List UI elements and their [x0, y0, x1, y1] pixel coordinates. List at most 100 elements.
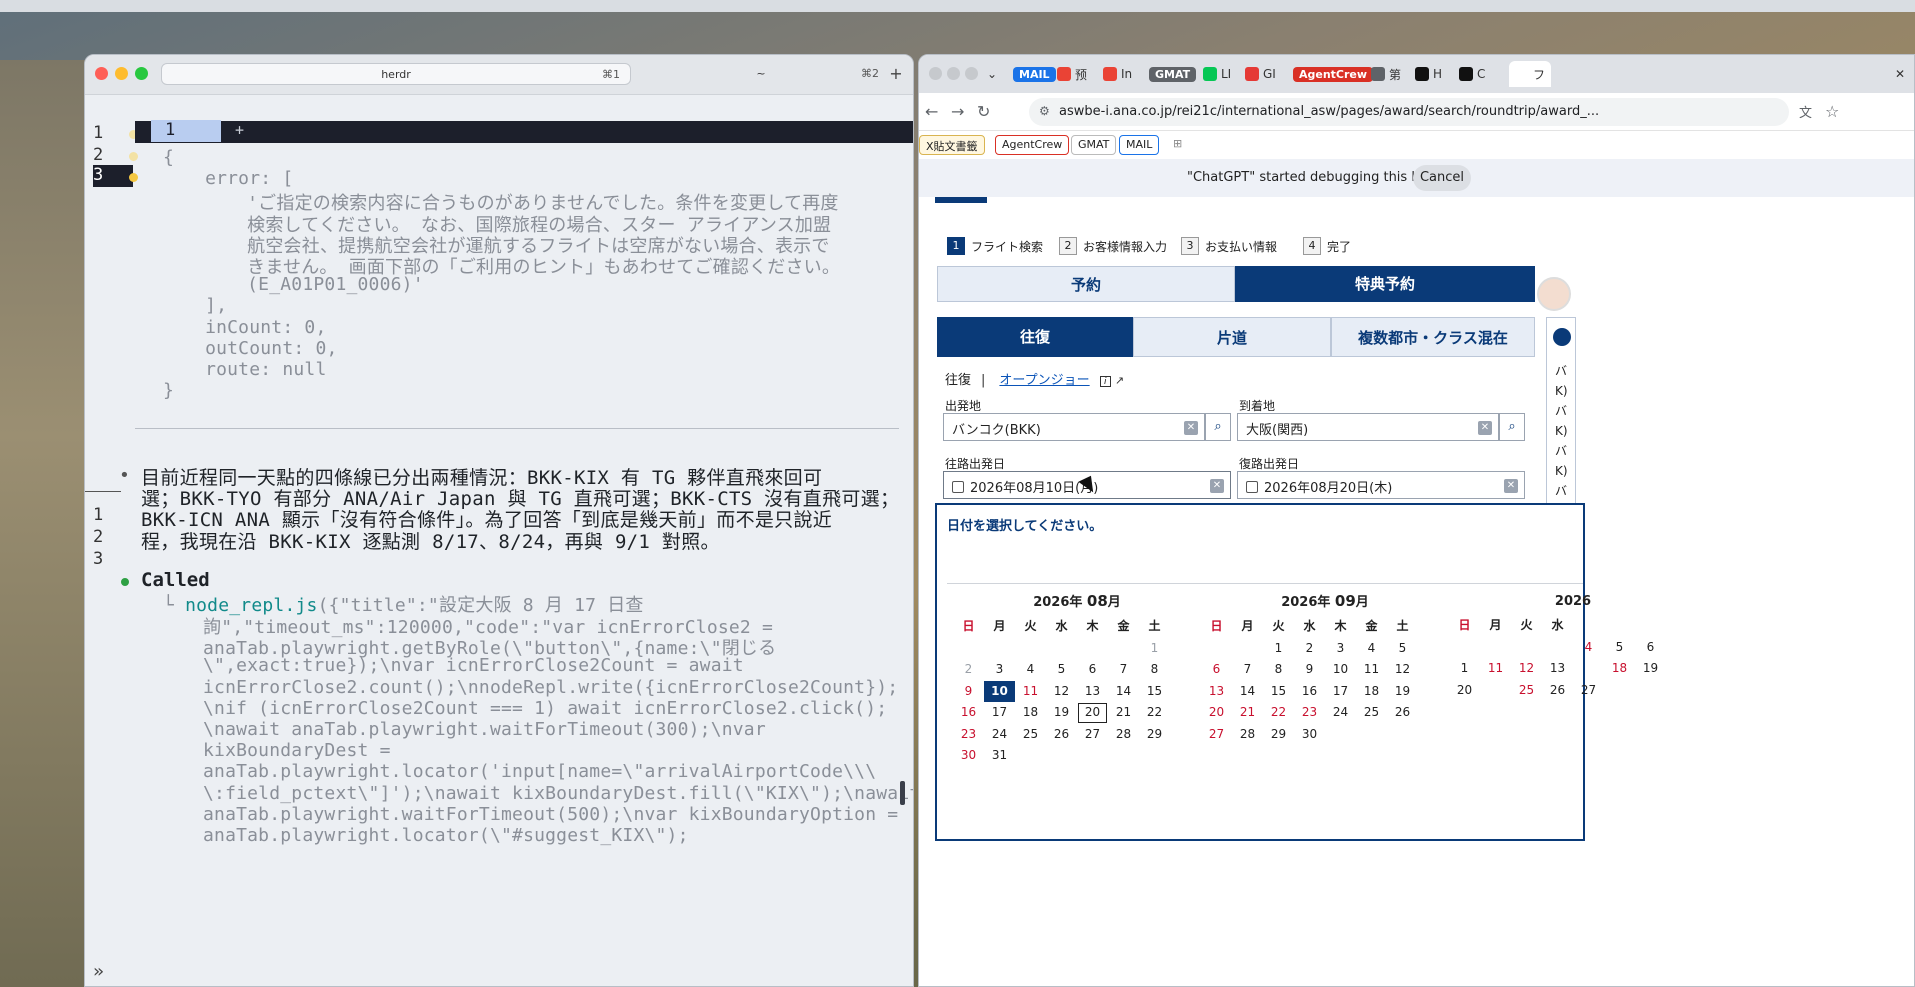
- new-tab-button[interactable]: +: [885, 63, 907, 85]
- calendar-day[interactable]: 27: [1201, 724, 1232, 746]
- calendar-day[interactable]: 3: [984, 659, 1015, 681]
- calendar-day[interactable]: 30: [1294, 724, 1325, 746]
- calendar-day[interactable]: 6: [1635, 637, 1666, 659]
- side-panel-item[interactable]: K): [1555, 384, 1568, 398]
- dest-field[interactable]: 大阪(関西) ✕: [1237, 413, 1499, 441]
- side-panel-item[interactable]: K): [1555, 424, 1568, 438]
- calendar-day[interactable]: 20: [1449, 680, 1480, 702]
- tab-award-reservation[interactable]: 特典予約: [1235, 266, 1535, 302]
- calendar-day[interactable]: 15: [1263, 681, 1294, 703]
- return-date-field[interactable]: 2026年08月20日(木) ✕: [1237, 471, 1525, 499]
- calendar-day[interactable]: 1: [1263, 638, 1294, 660]
- pane-number[interactable]: 1: [151, 120, 221, 142]
- tab-close-icon[interactable]: ✕: [1895, 61, 1905, 87]
- side-panel-item[interactable]: バ: [1555, 484, 1567, 498]
- calendar-day[interactable]: 24: [1325, 702, 1356, 724]
- reload-icon[interactable]: ↻: [977, 102, 990, 121]
- calendar-day[interactable]: 22: [1139, 702, 1170, 724]
- calendar-day[interactable]: 30: [953, 745, 984, 767]
- calendar-day[interactable]: 8: [1139, 659, 1170, 681]
- calendar-day[interactable]: 19: [1635, 658, 1666, 680]
- browser-tab[interactable]: AgentCrew: [1293, 61, 1374, 87]
- calendar-day[interactable]: 29: [1263, 724, 1294, 746]
- calendar-day[interactable]: 5: [1046, 659, 1077, 681]
- origin-search-icon[interactable]: ⌕: [1205, 413, 1231, 441]
- calendar-day[interactable]: 24: [984, 724, 1015, 746]
- address-bar[interactable]: ⚙ aswbe-i.ana.co.jp/rei21c/international…: [1029, 98, 1789, 126]
- calendar-day[interactable]: 25: [1511, 680, 1542, 702]
- calendar-day[interactable]: 19: [1046, 702, 1077, 724]
- bookmark-item[interactable]: MAIL: [1119, 135, 1160, 155]
- calendar-day[interactable]: 23: [1294, 702, 1325, 724]
- calendar-day[interactable]: 7: [1232, 659, 1263, 681]
- zoom-window-button[interactable]: [965, 67, 978, 80]
- back-icon[interactable]: ←: [925, 102, 938, 121]
- calendar-day[interactable]: 9: [1294, 659, 1325, 681]
- cancel-debug-button[interactable]: Cancel: [1413, 165, 1471, 191]
- tab-oneway[interactable]: 片道: [1133, 317, 1331, 357]
- calendar-day[interactable]: 27: [1573, 680, 1604, 702]
- calendar-day[interactable]: 12: [1511, 658, 1542, 680]
- info-icon[interactable]: i: [1099, 376, 1111, 387]
- calendar-day[interactable]: 11: [1015, 681, 1046, 703]
- browser-tab[interactable]: 第: [1371, 61, 1401, 87]
- origin-field[interactable]: バンコク(BKK) ✕: [943, 413, 1205, 441]
- calendar-day[interactable]: 1: [1449, 658, 1480, 680]
- bookmark-star-icon[interactable]: ☆: [1825, 102, 1839, 121]
- side-panel-tab[interactable]: [1553, 328, 1571, 346]
- minimize-window-button[interactable]: [947, 67, 960, 80]
- calendar-day[interactable]: 20: [1077, 702, 1108, 724]
- calendar-day[interactable]: 21: [1108, 702, 1139, 724]
- calendar-day[interactable]: 28: [1232, 724, 1263, 746]
- calendar-day[interactable]: 5: [1387, 638, 1418, 660]
- side-panel-item[interactable]: K): [1555, 464, 1568, 478]
- terminal-body[interactable]: 1 2 3 1 2 3 1 + { error: [ 'ご指定の検索内容に合うも…: [85, 95, 913, 986]
- calendar-day[interactable]: 27: [1077, 724, 1108, 746]
- browser-tab[interactable]: LI: [1203, 61, 1231, 87]
- calendar-day[interactable]: 26: [1046, 724, 1077, 746]
- browser-tab[interactable]: フ: [1509, 61, 1552, 87]
- calendar-day[interactable]: 2: [1294, 638, 1325, 660]
- input-prompt[interactable]: »: [93, 961, 104, 982]
- tab-roundtrip[interactable]: 往復: [937, 317, 1133, 357]
- clear-return-icon[interactable]: ✕: [1504, 479, 1518, 493]
- calendar-day[interactable]: 13: [1077, 681, 1108, 703]
- calendar-day[interactable]: 2: [953, 659, 984, 681]
- calendar-day[interactable]: 6: [1077, 659, 1108, 681]
- browser-tab[interactable]: C: [1459, 61, 1485, 87]
- close-window-button[interactable]: [95, 67, 108, 80]
- calendar-day[interactable]: 11: [1356, 659, 1387, 681]
- calendar-day[interactable]: 3: [1325, 638, 1356, 660]
- calendar-day[interactable]: 14: [1108, 681, 1139, 703]
- avatar[interactable]: [1537, 277, 1571, 311]
- site-info-icon[interactable]: ⚙: [1039, 104, 1050, 118]
- calendar-day[interactable]: 11: [1480, 658, 1511, 680]
- calendar-day[interactable]: 4: [1573, 637, 1604, 659]
- clear-dest-icon[interactable]: ✕: [1478, 421, 1492, 435]
- calendar-day[interactable]: 5: [1604, 637, 1635, 659]
- calendar-day[interactable]: 18: [1356, 681, 1387, 703]
- bookmark-item[interactable]: X貼文書籤: [919, 135, 985, 155]
- terminal-tab-1[interactable]: herdr ⌘1: [161, 63, 631, 85]
- calendar-day[interactable]: 16: [953, 702, 984, 724]
- bookmark-item[interactable]: GMAT: [1071, 135, 1117, 155]
- dest-search-icon[interactable]: ⌕: [1499, 413, 1525, 441]
- browser-tab[interactable]: MAIL: [1013, 61, 1056, 87]
- terminal-tab-2[interactable]: ~ ⌘2: [633, 63, 889, 85]
- close-window-button[interactable]: [929, 67, 942, 80]
- calendar-day[interactable]: 4: [1356, 638, 1387, 660]
- apps-grid-icon[interactable]: ⊞: [1167, 135, 1188, 155]
- calendar-day[interactable]: 13: [1201, 681, 1232, 703]
- calendar-day[interactable]: 16: [1294, 681, 1325, 703]
- calendar-day[interactable]: 6: [1201, 659, 1232, 681]
- scrollbar-thumb[interactable]: [900, 781, 905, 805]
- calendar-day[interactable]: 14: [1232, 681, 1263, 703]
- calendar-day[interactable]: 7: [1108, 659, 1139, 681]
- calendar-day[interactable]: 17: [984, 702, 1015, 724]
- bookmark-item[interactable]: AgentCrew: [995, 135, 1070, 155]
- minimize-window-button[interactable]: [115, 67, 128, 80]
- calendar-day[interactable]: 9: [953, 681, 984, 703]
- side-panel-item[interactable]: バ: [1555, 404, 1567, 418]
- browser-tab[interactable]: GI: [1245, 61, 1276, 87]
- tab-search-button[interactable]: ⌄: [987, 61, 997, 87]
